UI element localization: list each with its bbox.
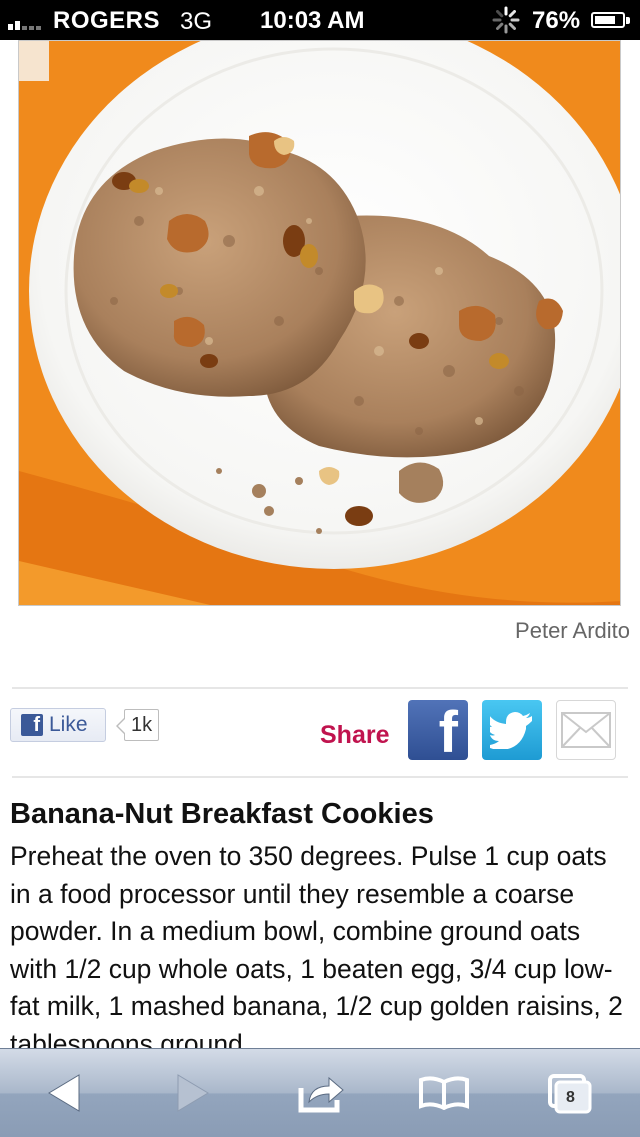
battery-level-fill	[595, 16, 615, 24]
bookmarks-button[interactable]	[399, 1049, 489, 1137]
divider	[12, 776, 628, 778]
facebook-icon: f	[21, 714, 43, 736]
recipe-instructions: Preheat the oven to 350 degrees. Pulse 1…	[10, 841, 623, 1048]
battery-terminal	[626, 17, 630, 24]
browser-toolbar: 8	[0, 1048, 640, 1137]
like-label: Like	[49, 713, 88, 736]
share-action-icon	[298, 1076, 344, 1113]
clock: 10:03 AM	[260, 7, 365, 34]
divider	[12, 687, 628, 689]
share-label: Share	[320, 721, 390, 749]
tab-count: 8	[566, 1089, 575, 1106]
twitter-bird-icon	[490, 712, 532, 749]
share-action-button[interactable]	[276, 1049, 366, 1137]
share-email-button[interactable]	[556, 700, 616, 760]
signal-strength-icon	[8, 12, 41, 30]
loading-spinner-icon	[492, 6, 520, 34]
status-bar: ROGERS 3G 10:03 AM 76%	[0, 0, 640, 40]
photo-credit: Peter Ardito	[515, 618, 630, 643]
share-facebook-button[interactable]: f	[408, 700, 468, 765]
battery-percentage: 76%	[532, 7, 581, 34]
recipe-title: Banana-Nut Breakfast Cookies	[10, 798, 434, 830]
back-button[interactable]	[19, 1049, 109, 1137]
carrier-name: ROGERS	[53, 7, 161, 34]
share-twitter-button[interactable]	[482, 700, 542, 760]
network-type: 3G	[180, 8, 213, 35]
battery-icon	[591, 12, 625, 28]
cookies-on-plate-image	[19, 41, 620, 605]
like-count-bubble: 1k	[115, 709, 160, 741]
forward-button[interactable]	[148, 1049, 238, 1137]
forward-arrow-icon	[177, 1074, 209, 1112]
email-envelope-icon	[561, 712, 611, 748]
facebook-icon: f	[438, 700, 458, 765]
facebook-like-button[interactable]: f Like	[10, 708, 106, 742]
back-arrow-icon	[48, 1074, 80, 1112]
recipe-photo	[18, 40, 621, 606]
bookmarks-icon	[419, 1076, 469, 1110]
tabs-button[interactable]: 8	[524, 1049, 614, 1137]
